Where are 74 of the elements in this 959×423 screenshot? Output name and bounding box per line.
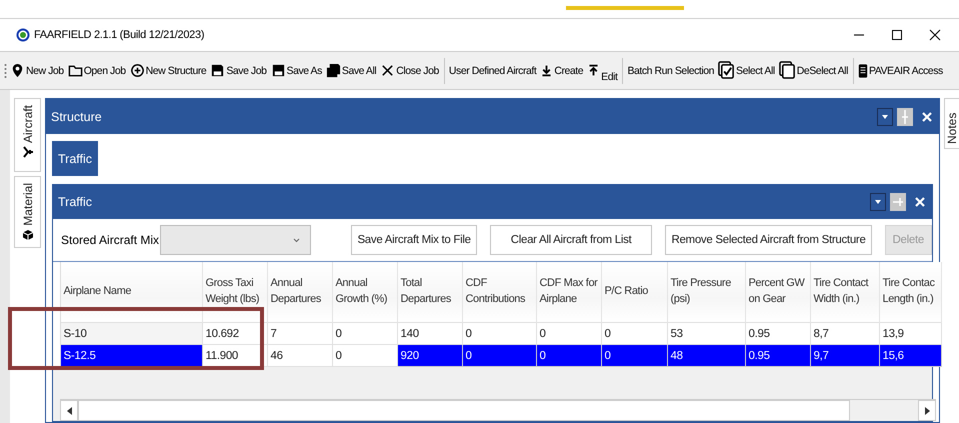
device-icon[interactable] bbox=[858, 62, 868, 78]
pin-icon[interactable] bbox=[897, 108, 913, 126]
table-cell: 48 bbox=[667, 344, 745, 366]
folder-icon[interactable] bbox=[68, 63, 83, 78]
upload-icon[interactable] bbox=[587, 63, 600, 78]
action-button[interactable]: Clear All Aircraft from List bbox=[490, 225, 652, 255]
table-cell: S-10 bbox=[60, 322, 202, 344]
toolbar-button[interactable]: DeSelect All bbox=[796, 64, 848, 76]
toolbar-button[interactable]: Select All bbox=[736, 64, 775, 76]
action-button[interactable]: Save Aircraft Mix to File bbox=[351, 225, 477, 255]
side-tab[interactable]: Notes bbox=[944, 98, 959, 149]
floppy-icon[interactable] bbox=[210, 63, 226, 78]
toolbar-button[interactable]: New Structure bbox=[146, 64, 206, 76]
floppy-icon[interactable] bbox=[270, 63, 286, 78]
panel-title: Structure bbox=[51, 110, 102, 124]
dropdown-icon[interactable] bbox=[877, 108, 893, 126]
table-cell: 0 bbox=[332, 322, 397, 344]
window-title: FAARFIELD 2.1.1 (Build 12/21/2023) bbox=[34, 29, 204, 41]
panel-title: Traffic bbox=[58, 195, 92, 209]
table-cell: 0 bbox=[462, 322, 536, 344]
table-cell: 0.95 bbox=[745, 344, 810, 366]
left-arrow-icon bbox=[66, 406, 72, 414]
toolbar-button[interactable]: Create bbox=[554, 64, 584, 76]
floppy-stack-icon[interactable] bbox=[326, 63, 341, 78]
pin-icon[interactable] bbox=[10, 63, 25, 78]
app-logo-icon bbox=[16, 28, 30, 42]
table-cell: 0 bbox=[536, 344, 601, 366]
close-icon[interactable] bbox=[380, 63, 396, 78]
close-icon[interactable] bbox=[929, 29, 941, 41]
table-cell: 0.95 bbox=[745, 322, 810, 344]
chevron-down-icon bbox=[293, 238, 300, 242]
toolbar-button[interactable]: New Job bbox=[26, 64, 64, 76]
table-cell: 9,7 bbox=[810, 344, 879, 366]
scroll-right-button[interactable] bbox=[918, 400, 936, 421]
table-cell: 8,7 bbox=[810, 322, 879, 344]
scroll-left-button[interactable] bbox=[60, 400, 78, 421]
maximize-icon[interactable] bbox=[891, 29, 903, 41]
toolbar-button[interactable]: Save As bbox=[286, 64, 322, 76]
toolbar-button[interactable]: PAVEAIR Access bbox=[868, 64, 943, 76]
toolbar-button[interactable]: Save Job bbox=[226, 64, 267, 76]
table-cell: 140 bbox=[397, 322, 462, 344]
table-cell: 46 bbox=[267, 344, 332, 366]
table-cell: S-12.5 bbox=[60, 344, 202, 366]
side-tab[interactable]: Material bbox=[14, 176, 41, 248]
toolbar-button[interactable]: Close Job bbox=[396, 64, 439, 76]
right-arrow-icon bbox=[924, 406, 930, 414]
table-cell: 7 bbox=[267, 322, 332, 344]
download-icon[interactable] bbox=[540, 63, 554, 78]
table-cell: 53 bbox=[667, 322, 745, 344]
toolbar-button[interactable]: Open Job bbox=[84, 64, 126, 76]
toolbar-grip-icon bbox=[4, 62, 7, 78]
checked-pages-icon[interactable] bbox=[718, 61, 736, 80]
toolbar-button[interactable]: User Defined Aircraft bbox=[448, 64, 536, 76]
action-button[interactable]: Remove Selected Aircraft from Structure bbox=[665, 225, 872, 255]
table-cell: 13,9 bbox=[879, 322, 941, 344]
blank-pages-icon[interactable] bbox=[778, 61, 796, 80]
cube-icon bbox=[22, 228, 34, 241]
field-label: Stored Aircraft Mix bbox=[61, 233, 160, 247]
table-cell: 10.692 bbox=[202, 322, 267, 344]
table-cell: 0 bbox=[601, 322, 667, 344]
toolbar-button[interactable]: Edit bbox=[601, 71, 618, 83]
table-cell: 0 bbox=[332, 344, 397, 366]
table-cell: 0 bbox=[462, 344, 536, 366]
airplane-icon bbox=[22, 146, 34, 158]
scroll-thumb[interactable] bbox=[78, 400, 850, 421]
toolbar-button[interactable]: Batch Run Selection bbox=[627, 64, 714, 76]
table-cell: 0 bbox=[601, 344, 667, 366]
traffic-tab[interactable]: Traffic bbox=[52, 141, 98, 176]
table-cell: 15,6 bbox=[879, 344, 941, 366]
table-cell: 0 bbox=[536, 322, 601, 344]
dropdown-icon[interactable] bbox=[870, 193, 886, 211]
side-tab[interactable]: Aircraft bbox=[14, 98, 41, 172]
toolbar-button[interactable]: Save All bbox=[342, 64, 376, 76]
table-cell: 920 bbox=[397, 344, 462, 366]
